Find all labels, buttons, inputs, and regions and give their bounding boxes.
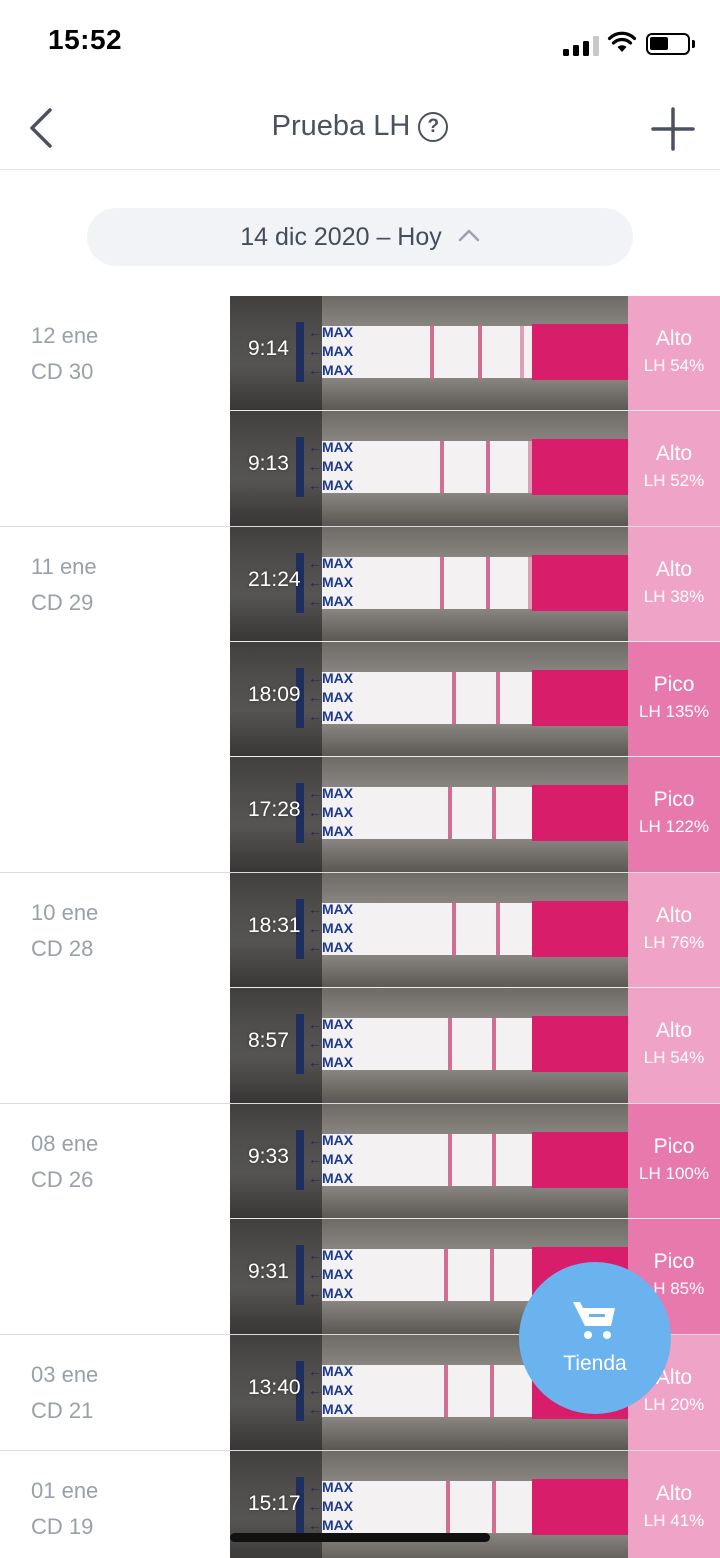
status-time: 15:52 [48,24,123,55]
day-date: 01 ene [31,1478,99,1503]
result-badge: Pico LH 135% [628,642,720,756]
lh-value: LH 76% [643,933,705,952]
signal-icon [563,34,599,56]
day-date: 11 ene [31,554,97,579]
result-badge: Alto LH 54% [628,296,720,410]
result-label: Alto [655,1482,693,1505]
store-button[interactable]: Tienda [519,1262,671,1414]
test-entry[interactable]: ←MAX ←MAX ←MAX 17:28 Pico LH 122% [230,757,720,872]
day-group: 12 ene CD 30 ←MAX ←MAX ←MAX 9:14 Alto LH 54% ←MA… [0,296,720,527]
test-entry[interactable]: ←MAX ←MAX ←MAX 9:33 Pico LH 100% [230,1104,720,1219]
day-date: 10 ene [31,900,99,925]
test-time: 18:31 [248,914,301,937]
result-label: Pico [653,1135,695,1158]
date-range-selector[interactable]: 14 dic 2020 – Hoy [87,208,633,266]
lh-value: LH 52% [643,471,705,490]
cycle-day: CD 19 [31,1514,94,1539]
cycle-day: CD 21 [31,1398,94,1423]
lh-value: LH 54% [643,356,705,375]
nav-bar: Prueba LH? [0,88,720,170]
result-badge: Alto LH 54% [628,988,720,1103]
day-label: 10 ene CD 28 [31,895,98,967]
result-badge: Alto LH 41% [628,1451,720,1558]
cycle-day: CD 26 [31,1167,94,1192]
page-title-text: Prueba LH [271,110,411,142]
cycle-day: CD 28 [31,936,94,961]
page-title: Prueba LH? [0,110,720,143]
day-label: 11 ene CD 29 [31,549,97,621]
day-date: 03 ene [31,1362,99,1387]
day-label: 08 ene CD 26 [31,1126,98,1198]
day-label: 01 ene CD 19 [31,1473,98,1545]
lh-value: LH 100% [639,1164,709,1183]
test-time: 9:31 [248,1260,289,1283]
result-badge: Pico LH 100% [628,1104,720,1218]
result-badge: Pico LH 122% [628,757,720,872]
result-label: Pico [653,1250,695,1273]
test-entry[interactable]: ←MAX ←MAX ←MAX 8:57 Alto LH 54% [230,988,720,1103]
chevron-up-icon [458,230,480,242]
test-time: 9:33 [248,1145,289,1168]
test-time: 21:24 [248,568,301,591]
store-button-label: Tienda [563,1352,627,1375]
day-date: 08 ene [31,1131,99,1156]
result-label: Pico [653,673,695,696]
day-label: 03 ene CD 21 [31,1357,98,1429]
date-range-label: 14 dic 2020 – Hoy [240,223,442,251]
add-button[interactable] [650,106,696,152]
wifi-icon [607,31,637,52]
help-icon[interactable]: ? [418,112,449,142]
result-badge: Alto LH 52% [628,411,720,526]
lh-value: LH 135% [639,702,709,721]
day-group: 11 ene CD 29 ←MAX ←MAX ←MAX 21:24 Alto LH 38% ←M… [0,527,720,873]
result-label: Alto [655,327,693,350]
test-time: 9:14 [248,337,289,360]
result-label: Alto [655,1019,693,1042]
result-badge: Alto LH 76% [628,873,720,987]
test-entry[interactable]: ←MAX ←MAX ←MAX 21:24 Alto LH 38% [230,527,720,642]
home-indicator [230,1533,490,1542]
test-time: 9:13 [248,452,289,475]
test-time: 18:09 [248,683,301,706]
day-label: 12 ene CD 30 [31,318,98,390]
lh-value: LH 54% [643,1048,705,1067]
test-strip-photo: ←MAX ←MAX ←MAX [230,411,628,526]
test-entry[interactable]: ←MAX ←MAX ←MAX 9:13 Alto LH 52% [230,411,720,526]
test-strip-photo: ←MAX ←MAX ←MAX [230,296,628,410]
day-group: 10 ene CD 28 ←MAX ←MAX ←MAX 18:31 Alto LH 76% ←M… [0,873,720,1104]
battery-icon [646,33,695,55]
cycle-day: CD 30 [31,359,94,384]
result-badge: Alto LH 38% [628,527,720,641]
lh-value: LH 38% [643,587,705,606]
test-entry[interactable]: ←MAX ←MAX ←MAX 18:31 Alto LH 76% [230,873,720,988]
test-strip-photo: ←MAX ←MAX ←MAX [230,988,628,1103]
test-strip-photo: ←MAX ←MAX ←MAX [230,1104,628,1218]
result-label: Alto [655,558,693,581]
test-entry[interactable]: ←MAX ←MAX ←MAX 18:09 Pico LH 135% [230,642,720,757]
result-label: Pico [653,788,695,811]
lh-value: LH 41% [643,1511,705,1530]
result-label: Alto [655,904,693,927]
status-bar: 15:52 [0,0,720,88]
test-time: 17:28 [248,798,301,821]
test-time: 8:57 [248,1029,289,1052]
test-time: 13:40 [248,1376,301,1399]
test-time: 15:17 [248,1492,301,1515]
shopping-cart-icon [573,1302,615,1339]
test-entry[interactable]: ←MAX ←MAX ←MAX 9:14 Alto LH 54% [230,296,720,411]
lh-value: LH 122% [639,817,709,836]
day-date: 12 ene [31,323,99,348]
result-label: Alto [655,442,693,465]
cycle-day: CD 29 [31,590,94,615]
